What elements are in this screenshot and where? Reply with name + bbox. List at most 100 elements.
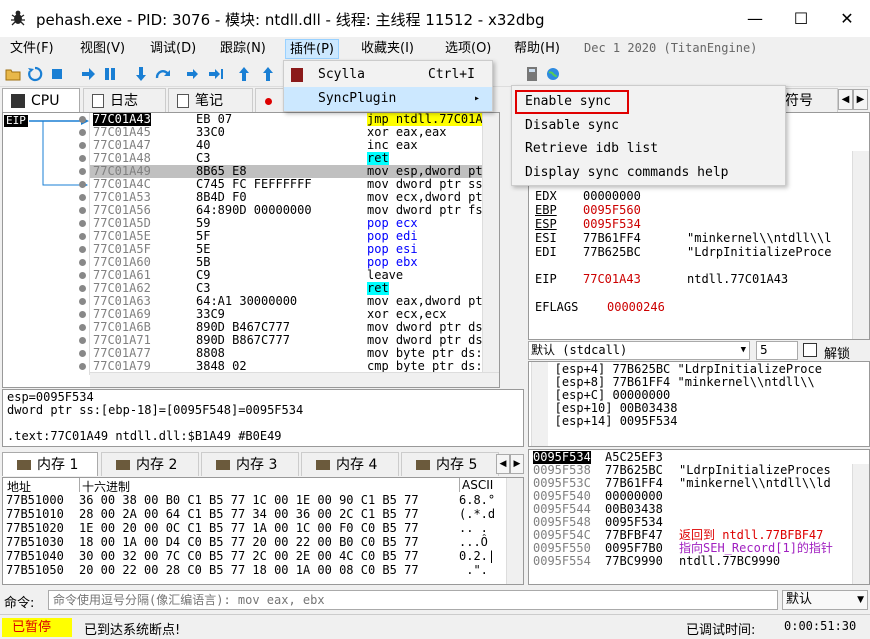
register-name: ESP — [535, 217, 557, 231]
disasm-row[interactable]: 77C01A56 64:890D 00000000 mov dword ptr fs… — [90, 204, 499, 217]
breakpoint-dot[interactable] — [79, 207, 86, 214]
memtab-scroll-right[interactable]: ▶ — [510, 454, 524, 474]
dump-address: 77B51010 — [6, 507, 64, 521]
stop-icon[interactable] — [49, 66, 65, 82]
breakpoint-dot[interactable] — [79, 363, 86, 370]
close-button[interactable]: ✕ — [824, 0, 870, 37]
tab-notes[interactable]: 笔记 — [168, 88, 253, 112]
breakpoint-dot[interactable] — [79, 220, 86, 227]
tab-dump-4[interactable]: 内存 4 — [301, 452, 399, 476]
menu-favourites[interactable]: 收藏夹(I) — [357, 39, 418, 59]
pause-icon[interactable] — [102, 66, 118, 82]
breakpoint-dot[interactable] — [79, 116, 86, 123]
menu-item-scylla[interactable]: Scylla Ctrl+I — [284, 63, 492, 87]
tab-log[interactable]: 日志 — [83, 88, 166, 112]
breakpoint-dot[interactable] — [79, 168, 86, 175]
breakpoint-dot[interactable] — [79, 181, 86, 188]
breakpoint-dot[interactable] — [79, 272, 86, 279]
memory-dump[interactable]: 地址 十六进制 ASCII 77B51000 36 00 38 00 B0 C1 … — [2, 477, 524, 585]
tab-dump-1[interactable]: 内存 1 — [2, 452, 98, 476]
run-icon[interactable] — [80, 66, 96, 82]
tab-cpu[interactable]: CPU — [2, 88, 80, 112]
menu-file[interactable]: 文件(F) — [6, 39, 58, 59]
breakpoint-dot[interactable] — [79, 194, 86, 201]
minimize-button[interactable]: — — [732, 0, 778, 37]
menu-trace[interactable]: 跟踪(N) — [216, 39, 270, 59]
stack-view[interactable]: 0095F534 A5C25EF3 0095F538 77B625BC "LdrpIni… — [528, 449, 870, 585]
disasm-row[interactable]: 77C01A5D 59 pop ecx — [90, 217, 499, 230]
animate-icon[interactable] — [260, 66, 276, 82]
disasm-row[interactable]: 77C01A5F 5E pop esi — [90, 243, 499, 256]
trace-into-icon[interactable] — [186, 66, 202, 82]
tab-log-label: 日志 — [110, 93, 138, 109]
arg-count-value: 5 — [760, 343, 768, 357]
breakpoint-dot[interactable] — [79, 337, 86, 344]
breakpoint-icon — [265, 97, 272, 105]
breakpoint-dot[interactable] — [79, 285, 86, 292]
globe-icon[interactable] — [545, 66, 561, 82]
tab-scroll-left[interactable]: ◀ — [838, 89, 853, 110]
dump-address: 77B51040 — [6, 549, 64, 563]
step-into-icon[interactable] — [133, 66, 149, 82]
breakpoint-dot[interactable] — [79, 233, 86, 240]
menu-item-syncplugin[interactable]: SyncPlugin ▸ — [284, 87, 492, 111]
tab-scroll-right[interactable]: ▶ — [853, 89, 868, 110]
disasm-row[interactable]: 77C01A45 33C0 xor eax,eax — [90, 126, 499, 139]
disasm-row[interactable]: 77C01A60 5B pop ebx — [90, 256, 499, 269]
disasm-vscroll[interactable] — [482, 113, 499, 375]
disasm-hscroll[interactable] — [90, 372, 499, 387]
trace-over-icon[interactable] — [208, 66, 224, 82]
register-name: EBP — [535, 203, 557, 217]
dump-vscroll[interactable] — [506, 478, 523, 584]
command-mode-select[interactable]: 默认 ▼ — [782, 590, 868, 610]
lock-checkbox[interactable] — [803, 343, 817, 357]
step-over-icon[interactable] — [155, 66, 171, 82]
run-to-user-icon[interactable] — [236, 66, 252, 82]
menu-view[interactable]: 视图(V) — [76, 39, 129, 59]
memory-icon — [17, 460, 31, 470]
tab-dump-5[interactable]: 内存 5 — [401, 452, 499, 476]
dump-hex: 28 00 2A 00 64 C1 B5 77 34 00 36 00 2C C… — [79, 507, 419, 521]
maximize-button[interactable]: ☐ — [778, 0, 824, 37]
breakpoint-dot[interactable] — [79, 311, 86, 318]
breakpoint-dot[interactable] — [79, 259, 86, 266]
menu-item-syncplugin-label: SyncPlugin — [318, 91, 397, 106]
breakpoint-dot[interactable] — [79, 350, 86, 357]
breakpoint-dot[interactable] — [79, 298, 86, 305]
menu-help[interactable]: 帮助(H) — [510, 39, 564, 59]
memtab-scroll-left[interactable]: ◀ — [496, 454, 510, 474]
tab-dump-3[interactable]: 内存 3 — [201, 452, 299, 476]
menu-item-disable-sync[interactable]: Disable sync — [525, 114, 619, 138]
breakpoint-dot[interactable] — [79, 142, 86, 149]
tab-breakpoints[interactable] — [255, 88, 285, 112]
tab-dump-4-label: 内存 4 — [336, 457, 378, 473]
open-icon[interactable] — [5, 66, 21, 82]
breakpoint-dot[interactable] — [79, 324, 86, 331]
stack-arg-row[interactable]: 5: [esp+14] 0095F534 — [533, 415, 678, 428]
menu-debug[interactable]: 调试(D) — [146, 39, 200, 59]
stack-vscroll[interactable] — [852, 464, 869, 584]
regs-vscroll[interactable] — [852, 151, 869, 339]
menu-item-sync-help[interactable]: Display sync commands help — [525, 161, 729, 185]
breakpoint-dot[interactable] — [79, 129, 86, 136]
disasm-row[interactable]: 77C01A5E 5F pop edi — [90, 230, 499, 243]
menu-options[interactable]: 选项(O) — [441, 39, 495, 59]
command-input[interactable] — [48, 590, 778, 610]
tab-cpu-label: CPU — [31, 93, 60, 109]
dump-header-ascii: ASCII — [459, 478, 493, 492]
disassembly-view[interactable]: EIP 77C01A43 EB 07 jmp ntdll.77C01A 77C01A4… — [2, 112, 500, 388]
stack-arguments[interactable]: 1: [esp+4] 77B625BC "LdrpInitializeProce… — [528, 361, 870, 447]
args-vscroll[interactable] — [531, 362, 548, 446]
disasm-row[interactable]: 77C01A47 40 inc eax — [90, 139, 499, 152]
calling-convention-select[interactable]: 默认 (stdcall) ▼ — [528, 341, 750, 360]
menu-plugins[interactable]: 插件(P) — [285, 39, 339, 59]
tab-dump-2[interactable]: 内存 2 — [101, 452, 199, 476]
menu-item-retrieve-idb[interactable]: Retrieve idb list — [525, 137, 658, 161]
calculator-icon[interactable] — [524, 66, 540, 82]
disasm-row[interactable]: 77C01A61 C9 leave — [90, 269, 499, 282]
restart-icon[interactable] — [27, 66, 43, 82]
breakpoint-dot[interactable] — [79, 155, 86, 162]
arg-count-spinner[interactable]: 5 — [756, 341, 798, 360]
breakpoint-dot[interactable] — [79, 246, 86, 253]
menu-item-enable-sync[interactable]: Enable sync — [525, 90, 611, 114]
